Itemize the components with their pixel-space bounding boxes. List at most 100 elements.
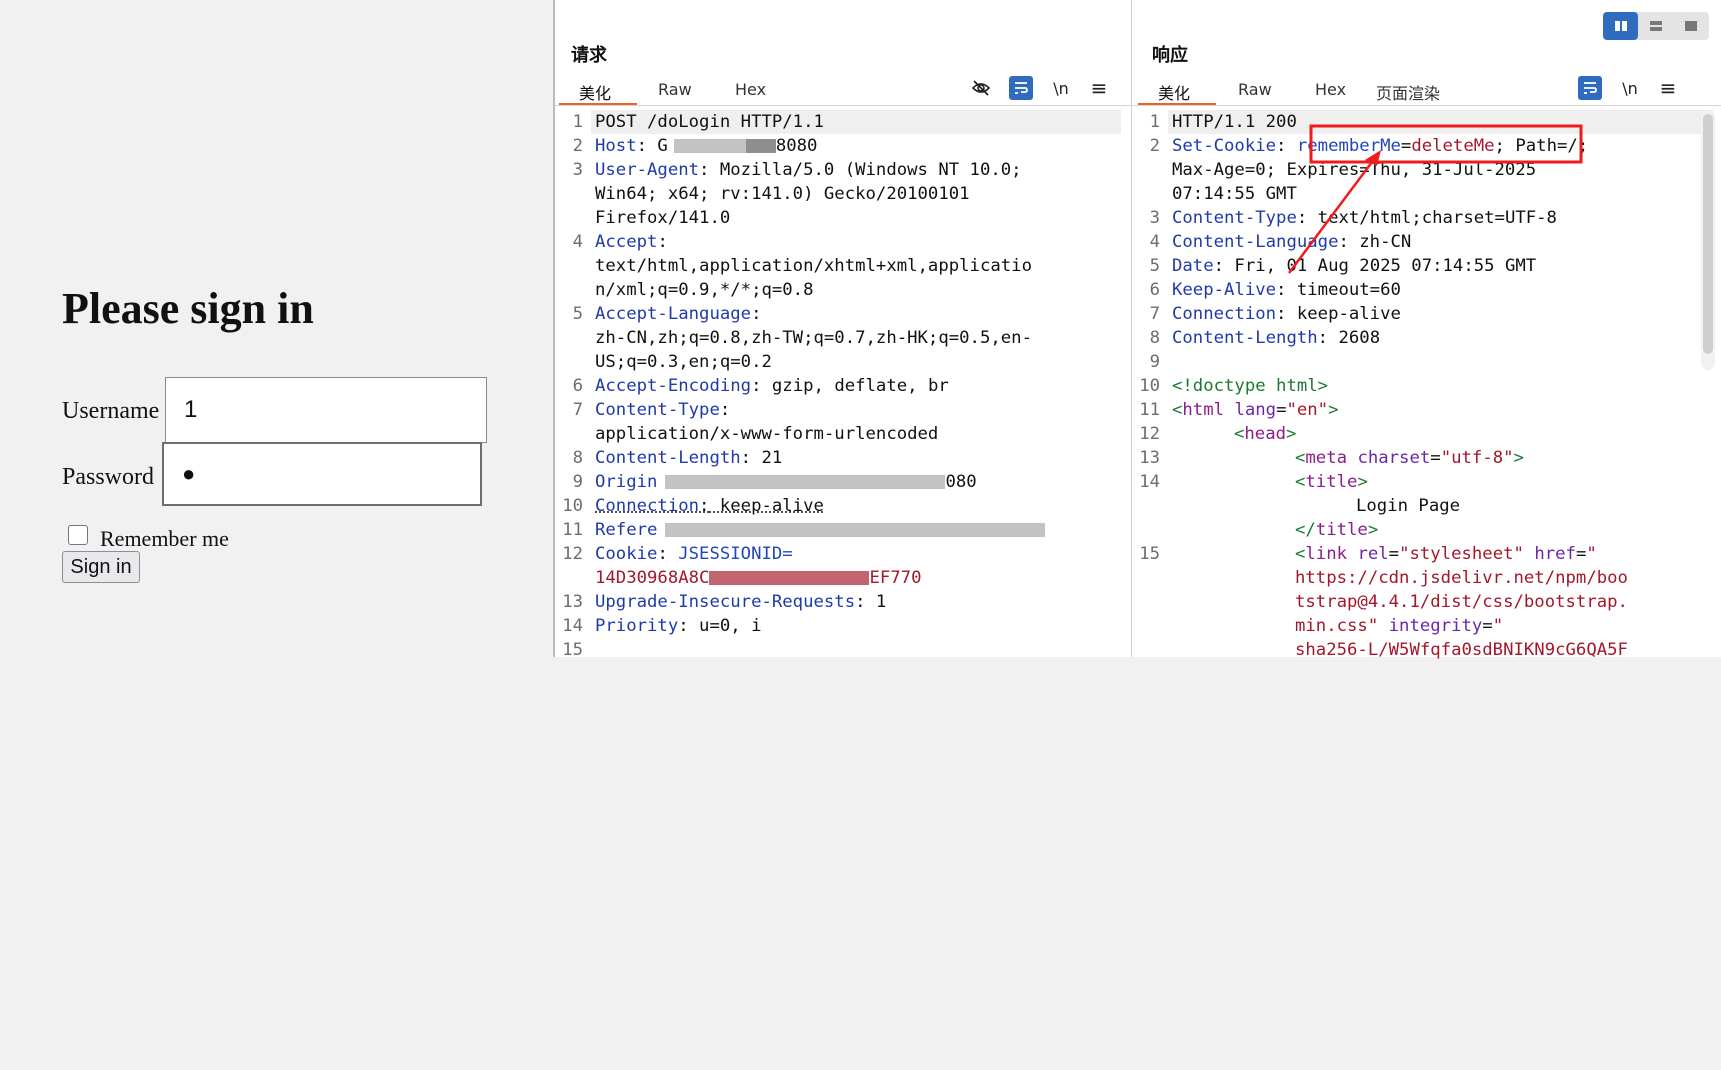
line-number: 3	[1149, 208, 1160, 228]
wrap-icon[interactable]	[1009, 76, 1033, 100]
code-line: Connection: keep-alive	[1172, 304, 1401, 324]
cookie-value-deleteme: deleteMe	[1411, 136, 1495, 156]
line-number: 12	[1139, 424, 1160, 444]
newline-icon[interactable]: \n	[1618, 76, 1642, 100]
code-line: Accept:	[595, 232, 668, 252]
username-label: Username	[62, 398, 160, 424]
line-number: 2	[572, 136, 583, 156]
split-columns-icon[interactable]	[1603, 12, 1639, 40]
code-line: application/x-www-form-urlencoded	[595, 424, 939, 444]
code-line: Origin 080	[595, 472, 977, 492]
code-line: HTTP/1.1 200	[1172, 112, 1297, 132]
code-line: 07:14:55 GMT	[1172, 184, 1297, 204]
code-line: <html lang="en">	[1172, 400, 1339, 420]
scrollbar-thumb[interactable]	[1703, 114, 1713, 354]
line-number: 15	[1139, 544, 1160, 564]
line-number: 2	[1149, 136, 1160, 156]
code-line: 14D30968A8C EF770	[595, 568, 922, 588]
response-editor[interactable]: 1 2 3 4 5 6 7 8 9 10 11 12 13 14 15 HTTP…	[1132, 110, 1702, 1070]
cookie-name-rememberme: rememberMe	[1296, 136, 1401, 156]
code-line: Connection: keep-alive	[595, 496, 824, 516]
code-line: Host: G 8080	[595, 136, 818, 156]
code-line: <meta charset="utf-8">	[1295, 448, 1524, 468]
code-line: Accept-Encoding: gzip, deflate, br	[595, 376, 949, 396]
request-pane: 请求 美化 Raw Hex \n ≡ 1 2 3 4 5 6 7 8 9 10 …	[555, 0, 1132, 660]
request-editor[interactable]: 1 2 3 4 5 6 7 8 9 10 11 12 13 14 15 POST…	[555, 110, 1131, 1070]
line-number: 12	[562, 544, 583, 564]
split-rows-icon[interactable]	[1638, 12, 1673, 40]
code-line: Login Page	[1356, 496, 1461, 516]
code-line: <title>	[1295, 472, 1368, 492]
newline-icon[interactable]: \n	[1049, 76, 1073, 100]
redaction-block	[745, 139, 776, 153]
code-line: User-Agent: Mozilla/5.0 (Windows NT 10.0…	[595, 160, 1022, 180]
line-number: 5	[1149, 256, 1160, 276]
code-line: tstrap@4.4.1/dist/css/bootstrap.	[1295, 592, 1628, 612]
tab-divider	[555, 105, 1131, 106]
code-line: Content-Length: 21	[595, 448, 783, 468]
code-line: POST /doLogin HTTP/1.1	[595, 112, 824, 132]
code-line: text/html,application/xhtml+xml,applicat…	[595, 256, 1032, 276]
line-number: 4	[1149, 232, 1160, 252]
line-number: 15	[562, 640, 583, 660]
code-line: Cookie: JSESSIONID=	[595, 544, 793, 564]
menu-icon[interactable]: ≡	[1656, 76, 1680, 100]
code-line: Content-Length: 2608	[1172, 328, 1381, 348]
line-number: 5	[572, 304, 583, 324]
line-number: 1	[1149, 112, 1160, 132]
code-line: zh-CN,zh;q=0.8,zh-TW;q=0.7,zh-HK;q=0.5,e…	[595, 328, 1032, 348]
line-number: 8	[1149, 328, 1160, 348]
line-number: 14	[562, 616, 583, 636]
code-line: min.css" integrity="	[1295, 616, 1504, 636]
tab-response-hex[interactable]: Hex	[1315, 80, 1346, 99]
line-number: 1	[572, 112, 583, 132]
menu-icon[interactable]: ≡	[1087, 76, 1111, 100]
tab-response-render[interactable]: 页面渲染	[1376, 80, 1440, 104]
page-title: Please sign in	[62, 284, 314, 333]
single-pane-icon[interactable]	[1674, 12, 1709, 40]
eye-slash-icon[interactable]	[969, 76, 993, 100]
code-line: Content-Type: text/html;charset=UTF-8	[1172, 208, 1557, 228]
tab-response-raw[interactable]: Raw	[1238, 80, 1272, 99]
code-line: Upgrade-Insecure-Requests: 1	[595, 592, 887, 612]
remember-me-checkbox[interactable]	[68, 525, 88, 545]
line-number: 6	[1149, 280, 1160, 300]
response-pane: 响应 美化 Raw Hex 页面渲染 \n ≡ 1 2 3 4 5 6 7 8 …	[1132, 0, 1721, 660]
redaction-block	[665, 523, 1046, 537]
username-value: 1	[184, 396, 198, 423]
code-line: n/xml;q=0.9,*/*;q=0.8	[595, 280, 814, 300]
code-line: US;q=0.3,en;q=0.2	[595, 352, 772, 372]
line-number: 11	[562, 520, 583, 540]
http-viewer: 请求 美化 Raw Hex \n ≡ 1 2 3 4 5 6 7 8 9 10 …	[553, 0, 1721, 660]
line-number: 7	[1149, 304, 1160, 324]
tab-request-pretty[interactable]: 美化	[579, 80, 611, 104]
redaction-block	[665, 475, 946, 489]
tab-response-pretty[interactable]: 美化	[1158, 80, 1190, 104]
line-number: 8	[572, 448, 583, 468]
code-line: Accept-Language:	[595, 304, 762, 324]
code-line: Keep-Alive: timeout=60	[1172, 280, 1401, 300]
tab-request-raw[interactable]: Raw	[658, 80, 692, 99]
line-number: 3	[572, 160, 583, 180]
remember-me-label: Remember me	[100, 526, 229, 551]
code-line: Refere	[595, 518, 1046, 542]
password-field[interactable]: ●	[162, 442, 482, 506]
code-line: </title>	[1295, 520, 1379, 540]
redaction-block	[673, 139, 746, 153]
code-line: Priority: u=0, i	[595, 616, 762, 636]
sign-in-button[interactable]: Sign in	[62, 551, 140, 583]
layout-switch[interactable]	[1603, 12, 1709, 40]
redaction-block	[709, 571, 870, 585]
code-line: Content-Language: zh-CN	[1172, 232, 1412, 252]
wrap-icon[interactable]	[1578, 76, 1602, 100]
code-line: <head>	[1234, 424, 1297, 444]
code-line: https://cdn.jsdelivr.net/npm/boo	[1295, 568, 1628, 588]
line-number: 11	[1139, 400, 1160, 420]
line-number: 7	[572, 400, 583, 420]
tab-request-hex[interactable]: Hex	[735, 80, 766, 99]
tab-divider	[1132, 105, 1721, 106]
vertical-scrollbar[interactable]	[1701, 110, 1715, 370]
username-field[interactable]: 1	[165, 377, 487, 443]
code-line: Date: Fri, 01 Aug 2025 07:14:55 GMT	[1172, 256, 1537, 276]
code-line: Win64; x64; rv:141.0) Gecko/20100101	[595, 184, 970, 204]
